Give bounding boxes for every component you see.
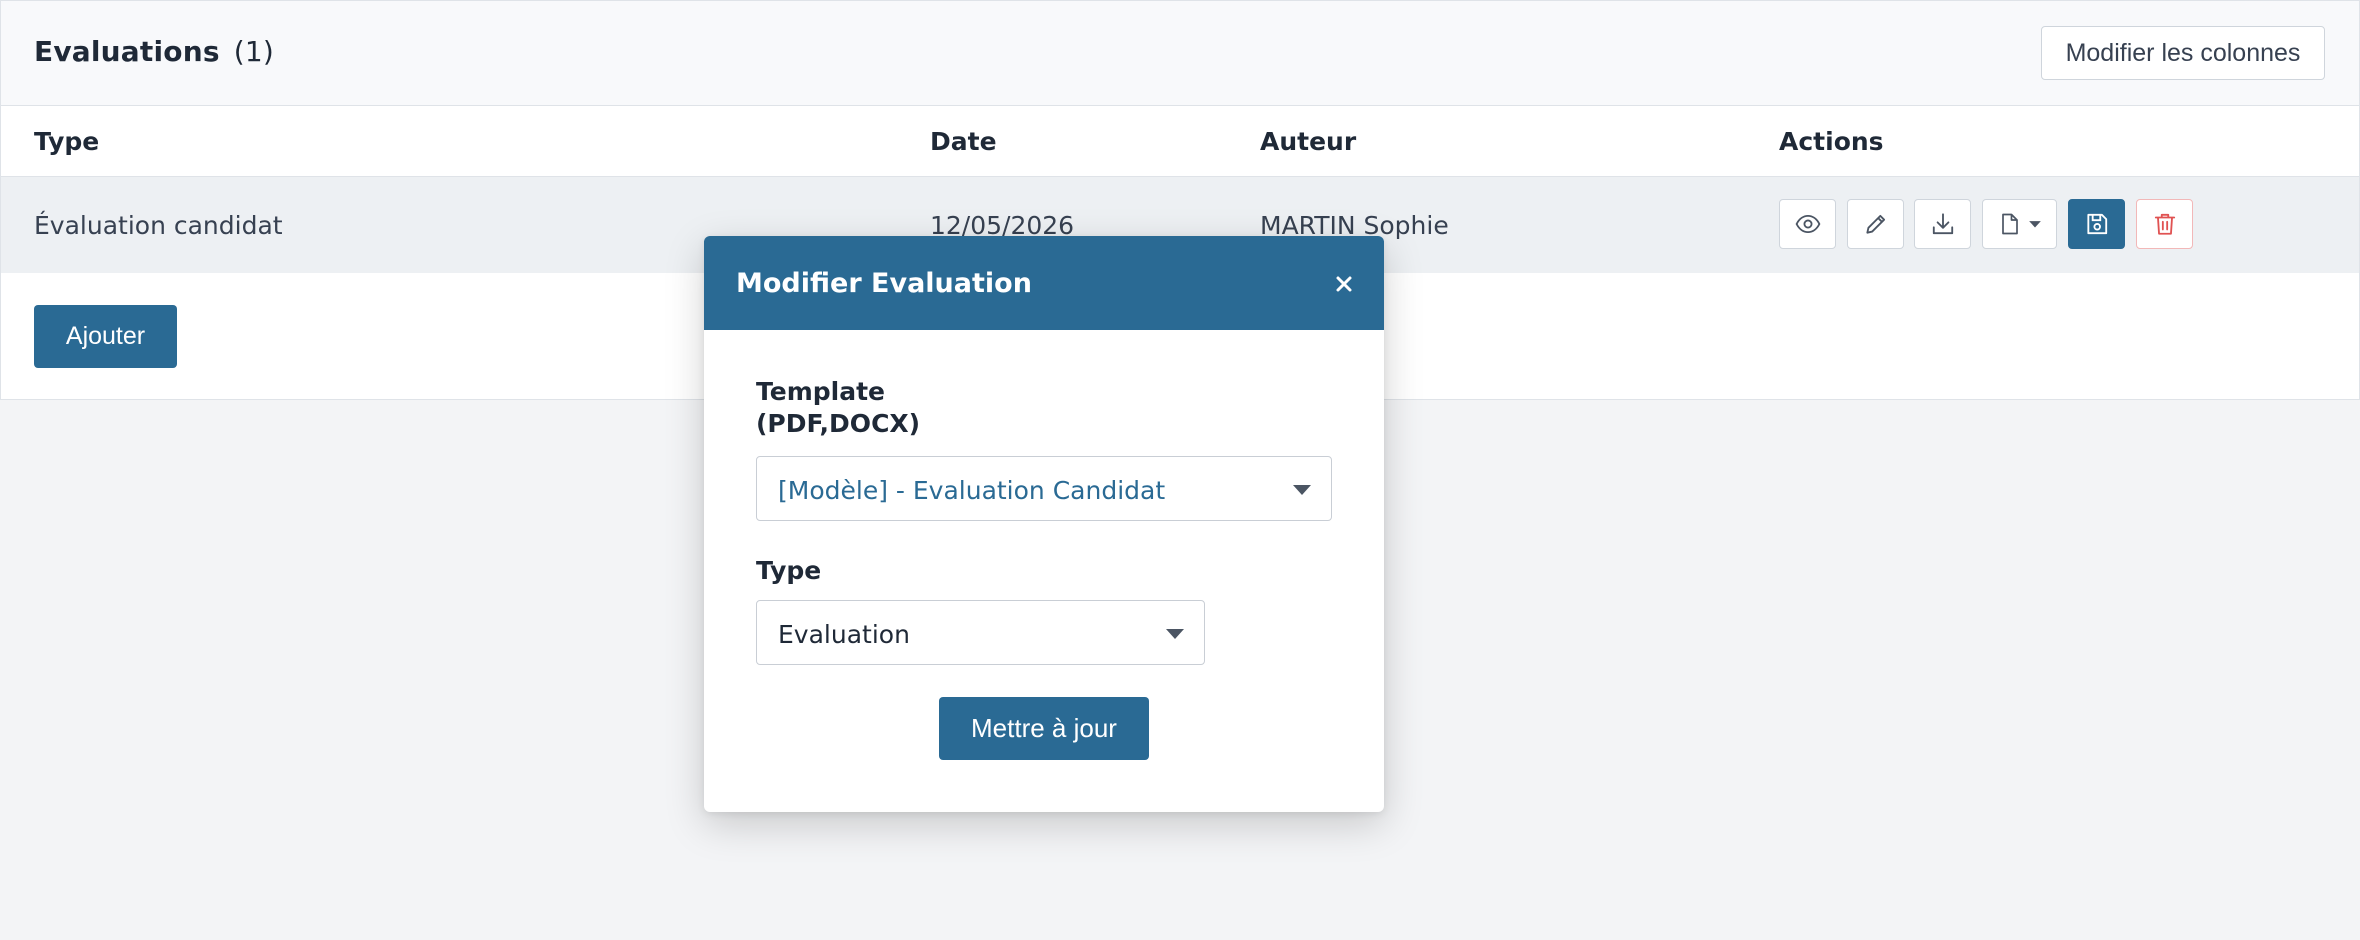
eye-icon: [1795, 214, 1820, 234]
file-icon: [2001, 213, 2018, 235]
template-select-value: [Modèle] - Evaluation Candidat: [778, 476, 1166, 505]
modal-header: Modifier Evaluation: [704, 236, 1384, 330]
type-select-value: Evaluation: [778, 620, 910, 649]
template-label: Template (PDF,DOCX): [756, 377, 920, 438]
column-header-actions: Actions: [1779, 127, 1884, 156]
update-button[interactable]: Mettre à jour: [939, 697, 1149, 760]
edit-button[interactable]: [1847, 199, 1904, 249]
download-button[interactable]: [1914, 199, 1971, 249]
modal-title: Modifier Evaluation: [736, 268, 1032, 299]
type-label: Type: [756, 556, 822, 585]
close-button[interactable]: [1326, 266, 1362, 302]
cell-type: Évaluation candidat: [34, 211, 283, 240]
column-header-date[interactable]: Date: [930, 127, 997, 156]
table-header: Type Date Auteur Actions: [1, 106, 2359, 177]
edit-evaluation-modal: Modifier Evaluation Template (PDF,DOCX) …: [704, 236, 1384, 812]
close-icon: [1336, 276, 1352, 292]
panel-title: Evaluations (1): [34, 35, 274, 68]
download-icon: [1932, 213, 1953, 235]
type-select[interactable]: Evaluation: [756, 600, 1205, 665]
delete-button[interactable]: [2136, 199, 2193, 249]
view-button[interactable]: [1779, 199, 1836, 249]
column-header-type[interactable]: Type: [34, 127, 99, 156]
document-menu-button[interactable]: [1982, 199, 2057, 249]
panel-header: Evaluations (1) Modifier les colonnes: [1, 1, 2359, 106]
template-select[interactable]: [Modèle] - Evaluation Candidat: [756, 456, 1332, 521]
template-label-line2: (PDF,DOCX): [756, 409, 921, 438]
template-label-line1: Template: [756, 377, 885, 406]
modify-columns-button[interactable]: Modifier les colonnes: [2041, 26, 2325, 80]
save-button[interactable]: [2068, 199, 2125, 249]
panel-count: (1): [233, 35, 274, 68]
chevron-down-icon: [1293, 485, 1311, 495]
trash-icon: [2154, 213, 2175, 235]
column-header-author[interactable]: Auteur: [1260, 127, 1356, 156]
pencil-icon: [1865, 214, 1885, 234]
save-icon: [2086, 213, 2107, 235]
add-button[interactable]: Ajouter: [34, 305, 177, 368]
chevron-down-icon: [1166, 629, 1184, 639]
caret-down-icon: [2028, 221, 2041, 228]
panel-title-text: Evaluations: [34, 35, 220, 68]
